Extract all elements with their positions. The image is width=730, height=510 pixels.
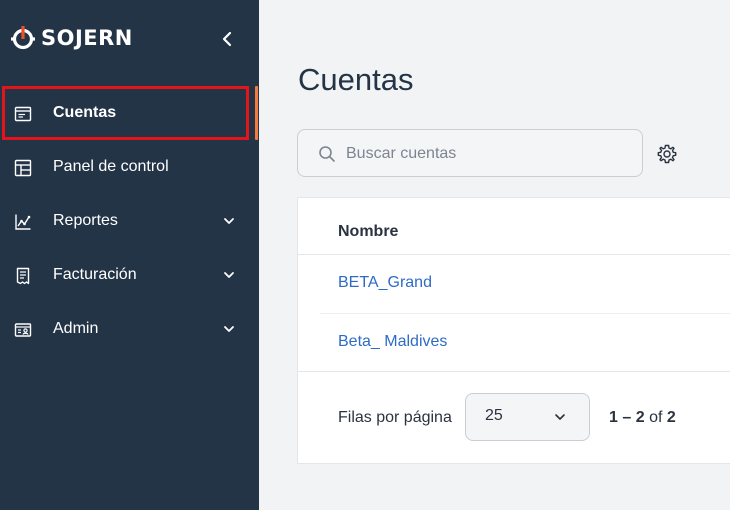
divider xyxy=(298,371,730,372)
receipt-icon xyxy=(16,267,30,285)
brand-name: SOJERN xyxy=(41,26,133,50)
table-settings-button[interactable] xyxy=(656,143,678,165)
window-icon xyxy=(14,106,32,122)
page-title: Cuentas xyxy=(298,62,414,97)
rows-per-page-label: Filas por página xyxy=(338,409,452,426)
column-header-nombre[interactable]: Nombre xyxy=(338,223,398,241)
main-content: Cuentas Nombre BETA_Grand Beta_ Maldives… xyxy=(259,0,730,510)
accounts-table: Nombre BETA_Grand Beta_ Maldives Filas p… xyxy=(297,197,730,464)
active-indicator xyxy=(255,86,258,140)
search-box[interactable] xyxy=(297,129,643,177)
search-icon xyxy=(319,146,335,162)
divider xyxy=(320,313,730,314)
rows-per-page-value: 25 xyxy=(485,407,503,424)
chevron-down-icon xyxy=(224,218,234,224)
table-row-link[interactable]: Beta_ Maldives xyxy=(338,333,447,351)
dashboard-icon xyxy=(14,159,32,177)
sidebar-item-label: Admin xyxy=(53,320,99,337)
sidebar-item-facturacion[interactable]: Facturación xyxy=(0,248,259,302)
highlight-box xyxy=(2,86,249,140)
sidebar-item-label: Facturación xyxy=(53,266,137,283)
chart-icon xyxy=(15,214,31,230)
brand-logo[interactable]: SOJERN xyxy=(10,22,133,54)
rows-per-page-select[interactable]: 25 xyxy=(465,393,590,441)
pagination-range: 1 – 2 of 2 xyxy=(609,409,676,426)
divider xyxy=(298,254,730,255)
sidebar-item-cuentas[interactable]: Cuentas xyxy=(0,86,259,140)
id-card-icon xyxy=(14,323,32,337)
collapse-sidebar-button[interactable] xyxy=(216,27,240,51)
sidebar-item-admin[interactable]: Admin xyxy=(0,302,259,356)
chevron-down-icon xyxy=(224,326,234,332)
sidebar-nav: Cuentas Panel de control Reportes Factur… xyxy=(0,86,259,356)
sidebar-item-label: Reportes xyxy=(53,212,118,229)
search-input[interactable] xyxy=(346,142,626,166)
sidebar-item-label: Panel de control xyxy=(53,158,169,175)
sidebar-item-reportes[interactable]: Reportes xyxy=(0,194,259,248)
sidebar: SOJERN Cuentas Panel de control Reportes… xyxy=(0,0,259,510)
sidebar-item-label: Cuentas xyxy=(53,104,117,121)
chevron-down-icon xyxy=(555,414,565,420)
sojern-logo-icon xyxy=(11,26,35,50)
table-row-link[interactable]: BETA_Grand xyxy=(338,274,432,292)
sidebar-item-panel-de-control[interactable]: Panel de control xyxy=(0,140,259,194)
gear-icon xyxy=(657,144,677,164)
chevron-left-icon xyxy=(222,31,232,47)
chevron-down-icon xyxy=(224,272,234,278)
